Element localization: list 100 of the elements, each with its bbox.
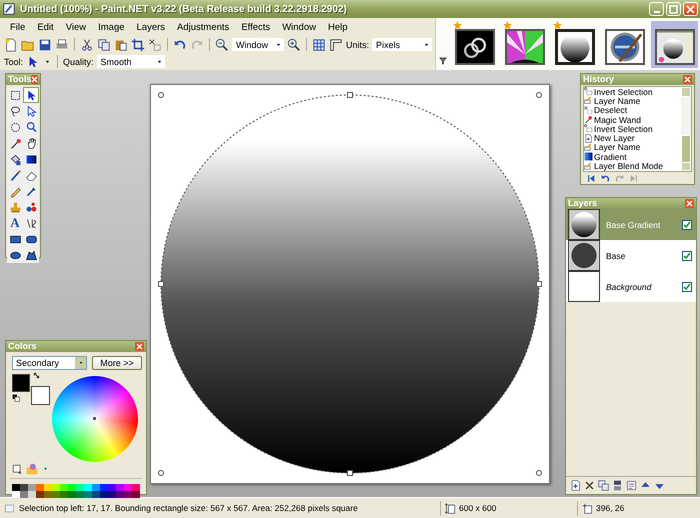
selection-handle[interactable]: [536, 92, 542, 98]
paste-icon[interactable]: [114, 38, 128, 52]
close-button[interactable]: [683, 2, 698, 16]
swap-arrows-icon[interactable]: [33, 372, 40, 379]
maximize-button[interactable]: [666, 2, 681, 16]
zoom-out-icon[interactable]: [215, 38, 229, 52]
palette-swatch[interactable]: [132, 491, 140, 498]
menu-item[interactable]: Layers: [130, 20, 172, 34]
selection-handle[interactable]: [347, 92, 353, 98]
palette-swatch[interactable]: [60, 484, 68, 491]
palette-swatch[interactable]: [36, 491, 44, 498]
layer-row[interactable]: Background: [566, 271, 696, 302]
more-button[interactable]: More >>: [92, 356, 142, 370]
print-icon[interactable]: [55, 38, 69, 52]
close-button[interactable]: [685, 199, 694, 208]
history-item[interactable]: Layer Blend Mode: [594, 161, 663, 171]
palette-swatch[interactable]: [92, 484, 100, 491]
zoom-dropdown[interactable]: Window: [232, 38, 284, 51]
palette-swatch[interactable]: [28, 484, 36, 491]
menu-item[interactable]: Image: [92, 20, 131, 34]
visibility-checkbox[interactable]: [682, 250, 692, 260]
history-item[interactable]: Invert Selection: [594, 87, 653, 97]
visibility-checkbox[interactable]: [682, 220, 692, 230]
menu-item[interactable]: Help: [322, 20, 354, 34]
palette-swatch[interactable]: [76, 491, 84, 498]
image-tab[interactable]: [651, 21, 698, 68]
visibility-checkbox[interactable]: [682, 282, 692, 292]
palette-swatch[interactable]: [36, 484, 44, 491]
save-icon[interactable]: [38, 38, 52, 52]
deselect-icon[interactable]: [148, 38, 162, 52]
palette-swatch[interactable]: [84, 484, 92, 491]
zoom-in-icon[interactable]: [287, 38, 301, 52]
merge-layer-icon[interactable]: [612, 480, 623, 491]
rectangle-select-tool[interactable]: [7, 87, 23, 103]
palette-swatch[interactable]: [76, 484, 84, 491]
scrollbar[interactable]: [681, 87, 691, 171]
history-item[interactable]: Layer Name: [594, 142, 640, 152]
selection-handle[interactable]: [347, 470, 353, 476]
ruler-icon[interactable]: [329, 38, 343, 52]
close-button[interactable]: [135, 342, 144, 351]
add-to-palette-icon[interactable]: [12, 464, 22, 474]
menu-item[interactable]: Window: [276, 20, 322, 34]
palette-swatch[interactable]: [68, 484, 76, 491]
color-mode-dropdown[interactable]: Secondary: [12, 356, 87, 370]
palette-swatch[interactable]: [108, 491, 116, 498]
palette-swatch[interactable]: [124, 484, 132, 491]
palette-swatch[interactable]: [116, 484, 124, 491]
cut-icon[interactable]: [80, 38, 94, 52]
selection-handle[interactable]: [158, 470, 164, 476]
selection-handle[interactable]: [536, 470, 542, 476]
palette-swatch[interactable]: [20, 484, 28, 491]
grid-icon[interactable]: [312, 38, 326, 52]
selection-handle[interactable]: [158, 92, 164, 98]
palette-swatch[interactable]: [12, 491, 20, 498]
palette-swatch[interactable]: [84, 491, 92, 498]
add-layer-icon[interactable]: [570, 480, 581, 491]
palette-swatch[interactable]: [44, 484, 52, 491]
reset-colors-icon[interactable]: [12, 394, 20, 402]
history-item[interactable]: Magic Wand: [594, 114, 641, 125]
history-item[interactable]: Deselect: [594, 105, 628, 116]
quality-dropdown[interactable]: Smooth: [96, 55, 165, 68]
selection-handle[interactable]: [536, 280, 542, 286]
palette-swatch[interactable]: [92, 491, 100, 498]
properties-icon[interactable]: [626, 480, 637, 491]
palette-swatch[interactable]: [44, 491, 52, 498]
palette-swatch[interactable]: [12, 484, 20, 491]
palette-swatch[interactable]: [124, 491, 132, 498]
menu-item[interactable]: Edit: [31, 20, 60, 34]
palette-swatch[interactable]: [52, 484, 60, 491]
palette-swatch[interactable]: [28, 491, 36, 498]
delete-layer-icon[interactable]: [584, 480, 595, 491]
new-file-icon[interactable]: [4, 38, 18, 52]
text-tool[interactable]: A: [7, 215, 23, 231]
close-button[interactable]: [683, 75, 692, 84]
menu-item[interactable]: File: [4, 20, 32, 34]
palette-swatch[interactable]: [60, 491, 68, 498]
palette-swatch[interactable]: [20, 491, 28, 498]
palette-swatch[interactable]: [116, 491, 124, 498]
selection-handle[interactable]: [158, 280, 164, 286]
history-item[interactable]: Invert Selection: [594, 124, 653, 134]
units-dropdown[interactable]: Pixels: [372, 38, 432, 51]
palette-icon[interactable]: [26, 463, 38, 475]
crop-icon[interactable]: [131, 38, 145, 52]
layer-row[interactable]: Base: [566, 240, 696, 271]
minimize-button[interactable]: [649, 2, 664, 16]
palette-swatch[interactable]: [108, 484, 116, 491]
menu-item[interactable]: Adjustments: [171, 20, 236, 34]
duplicate-layer-icon[interactable]: [598, 480, 609, 491]
pointer-arrow-tool[interactable]: [23, 87, 39, 103]
first-step-icon[interactable]: [587, 174, 596, 183]
palette-swatch[interactable]: [132, 484, 140, 491]
undo-icon[interactable]: [173, 38, 187, 52]
palette-swatch[interactable]: [52, 491, 60, 498]
copy-icon[interactable]: [97, 38, 111, 52]
palette-swatch[interactable]: [100, 491, 108, 498]
undo-icon[interactable]: [601, 174, 610, 183]
palette-swatch[interactable]: [68, 491, 76, 498]
history-item[interactable]: Gradient: [594, 152, 627, 162]
history-item[interactable]: Layer Name: [594, 96, 640, 106]
history-item[interactable]: New Layer: [594, 133, 635, 144]
